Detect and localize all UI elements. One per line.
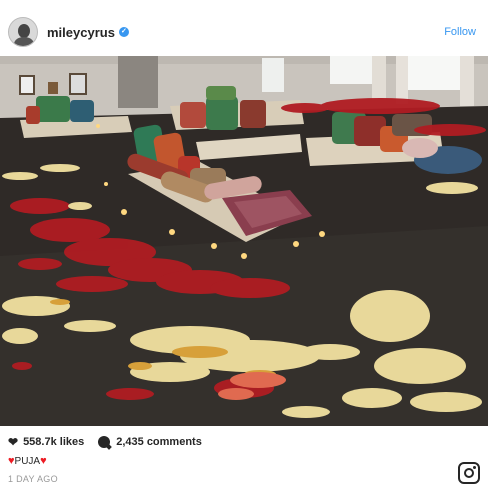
comments-count[interactable]: 2,435 comments <box>116 436 202 448</box>
caption-text: PUJA <box>14 455 41 467</box>
verified-badge-icon: ✓ <box>118 27 129 37</box>
instagram-icon[interactable] <box>458 462 480 484</box>
heart-icon[interactable]: ❤ <box>8 435 18 449</box>
post-photo[interactable] <box>0 56 488 426</box>
heart-emoji-icon: ♥ <box>40 455 47 467</box>
avatar[interactable] <box>8 17 38 47</box>
username[interactable]: mileycyrus <box>47 25 115 40</box>
post-stats: ❤ 558.7k likes 2,435 comments <box>8 434 202 450</box>
follow-button[interactable]: Follow <box>444 26 476 38</box>
timestamp: 1 DAY AGO <box>8 474 58 484</box>
post-header: mileycyrus ✓ Follow <box>0 8 488 56</box>
likes-count[interactable]: 558.7k likes <box>23 436 84 448</box>
comment-icon[interactable] <box>98 436 111 448</box>
caption: ♥ PUJA ♥ <box>8 455 47 467</box>
